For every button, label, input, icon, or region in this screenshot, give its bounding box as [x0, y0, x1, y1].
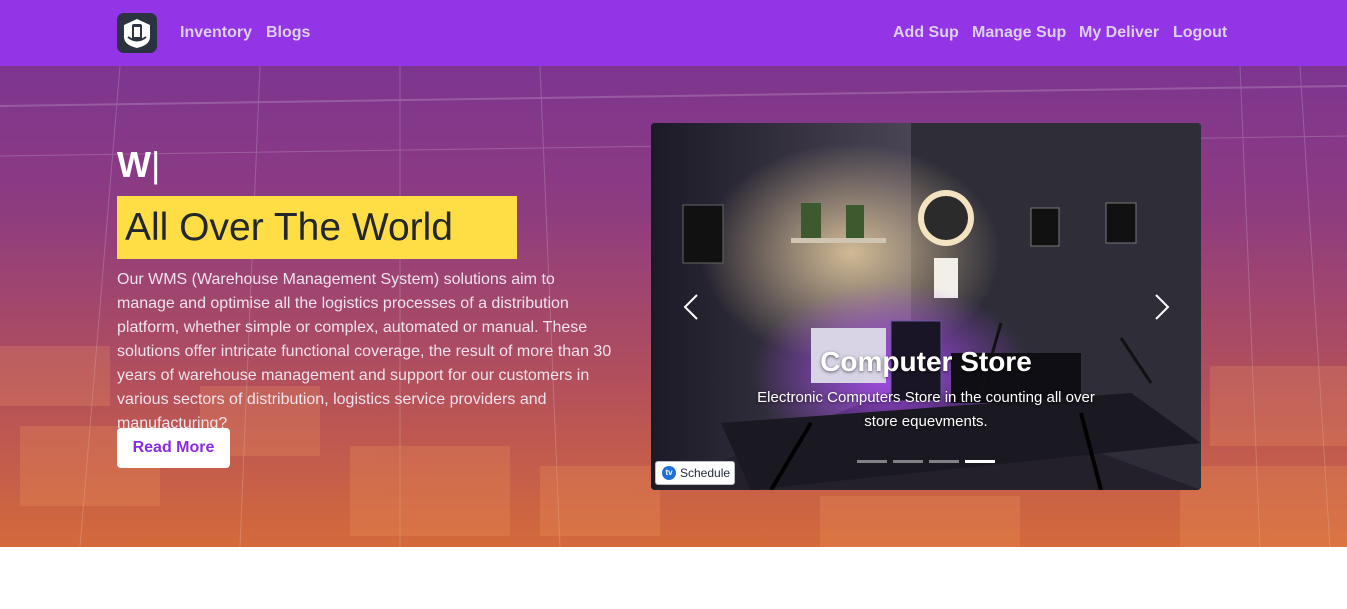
typed-text: W: [117, 144, 151, 185]
carousel-indicator[interactable]: [857, 460, 887, 463]
headline-text: All Over The World: [125, 206, 453, 249]
hero-description: Our WMS (Warehouse Management System) so…: [117, 271, 612, 432]
carousel-indicators: [857, 460, 997, 464]
chevron-left-icon[interactable]: [677, 291, 707, 323]
nav-inventory[interactable]: Inventory: [180, 22, 252, 44]
warehouse-phone-logo-icon: [124, 19, 150, 48]
computer-store-photo: [651, 123, 1201, 490]
carousel-indicator[interactable]: [929, 460, 959, 463]
schedule-button[interactable]: tv Schedule: [655, 461, 735, 485]
image-carousel: Computer Store Electronic Computers Stor…: [651, 123, 1201, 490]
nav-blogs[interactable]: Blogs: [266, 22, 310, 44]
typing-cursor: |: [150, 144, 161, 185]
headline-highlight: All Over The World: [117, 196, 517, 259]
logo[interactable]: [117, 13, 157, 53]
nav-logout[interactable]: Logout: [1173, 22, 1227, 44]
schedule-label: Schedule: [680, 466, 731, 480]
carousel-caption-text: Electronic Computers Store in the counti…: [757, 389, 1095, 430]
nav-add-sup[interactable]: Add Sup: [893, 22, 959, 44]
carousel-caption-title: Computer Store: [820, 346, 1032, 377]
top-navbar: Inventory Blogs Add Sup Manage Sup My De…: [0, 0, 1347, 66]
chevron-right-icon[interactable]: [1146, 291, 1176, 323]
read-more-button[interactable]: Read More: [117, 428, 230, 468]
nav-manage-sup[interactable]: Manage Sup: [972, 22, 1066, 44]
schedule-tv-icon: tv: [662, 466, 676, 480]
typed-heading: W|: [117, 143, 160, 187]
carousel-indicator[interactable]: [965, 460, 995, 463]
carousel-indicator[interactable]: [893, 460, 923, 463]
nav-my-deliver[interactable]: My Deliver: [1079, 22, 1159, 44]
